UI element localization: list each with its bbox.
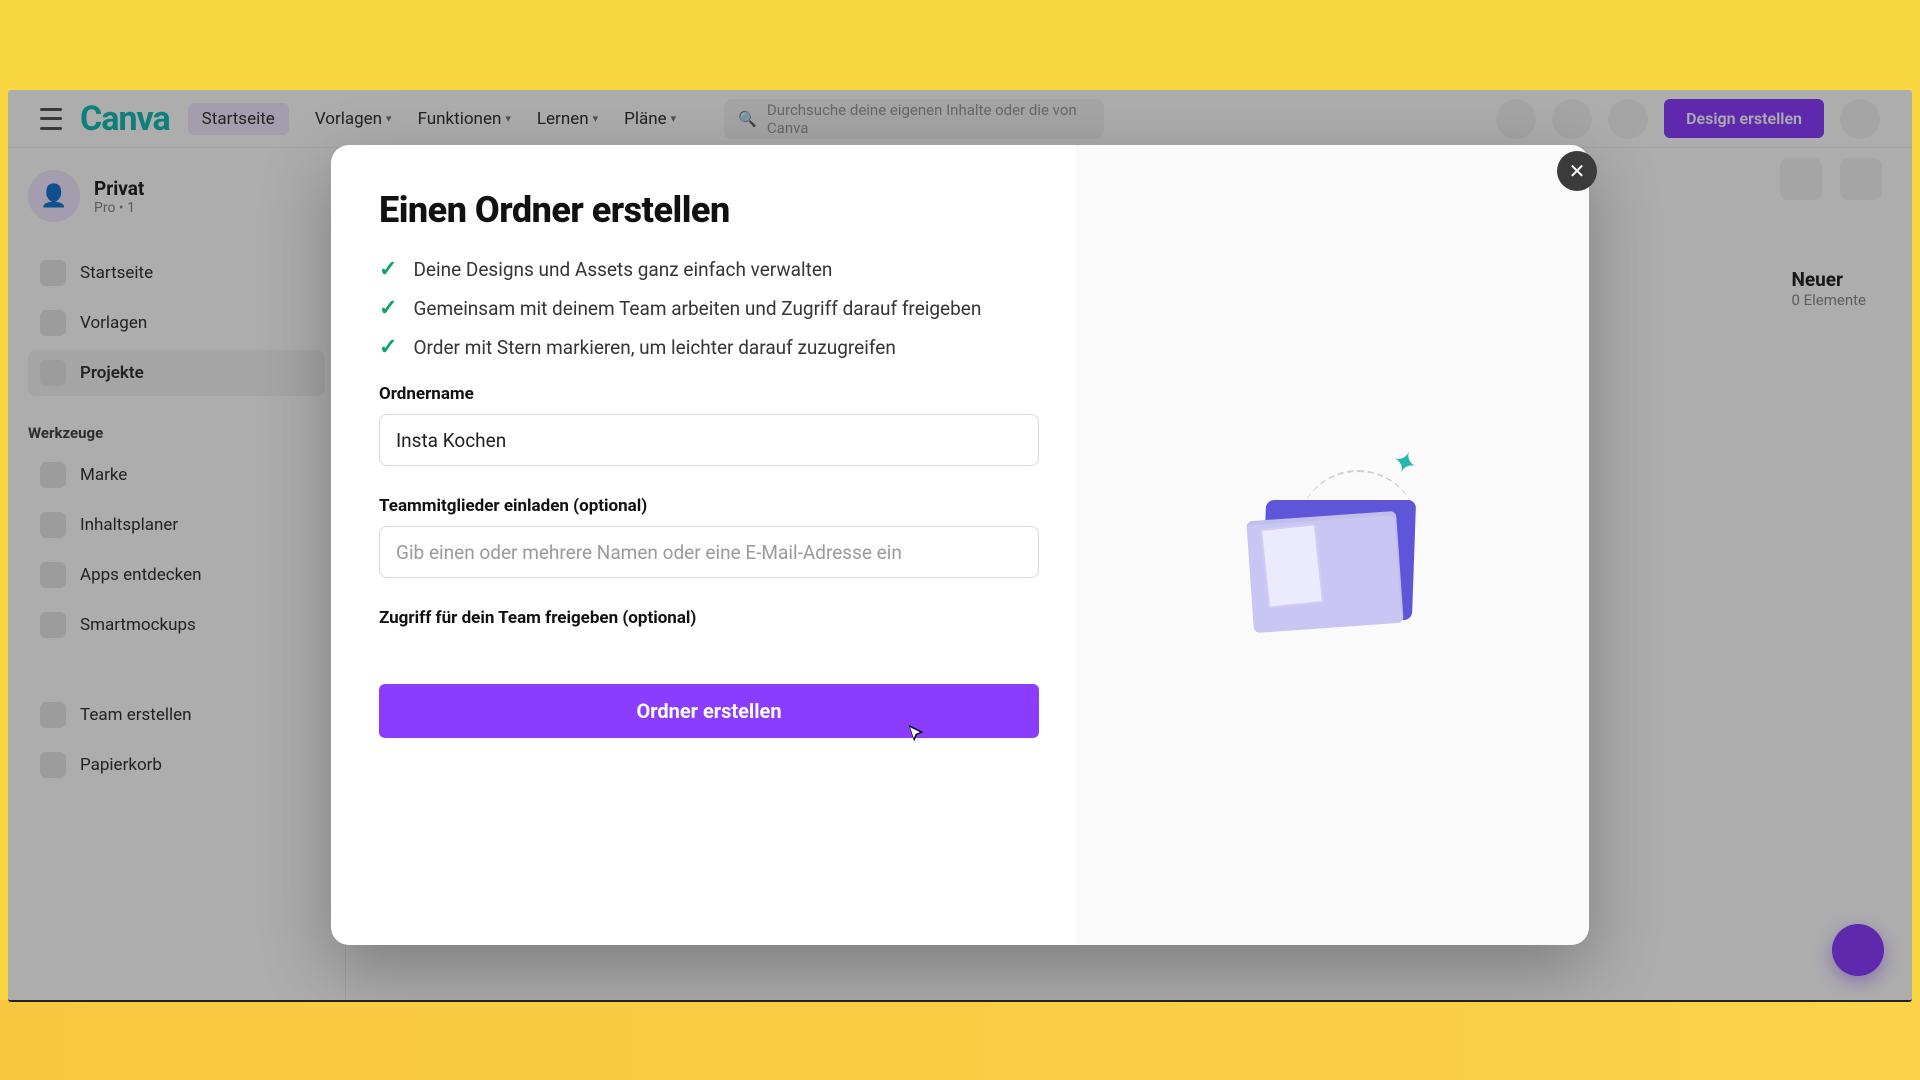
invite-input[interactable]: [379, 526, 1039, 578]
benefit-text: Order mit Stern markieren, um leichter d…: [413, 336, 895, 359]
create-folder-modal: ✕ Einen Ordner erstellen ✓ Deine Designs …: [331, 145, 1589, 945]
folder-name-label: Ordnername: [379, 384, 1028, 404]
check-icon: ✓: [379, 257, 397, 282]
close-icon: ✕: [1569, 159, 1586, 183]
folder-name-input[interactable]: [379, 414, 1039, 466]
check-icon: ✓: [379, 335, 397, 360]
share-label: Zugriff für dein Team freigeben (optiona…: [379, 608, 1028, 628]
butterfly-icon: ✦: [1387, 443, 1423, 484]
benefits-list: ✓ Deine Designs und Assets ganz einfach v…: [379, 257, 1028, 360]
benefit-item: ✓ Gemeinsam mit deinem Team arbeiten und …: [379, 296, 1028, 321]
modal-overlay: ✕ Einen Ordner erstellen ✓ Deine Designs …: [8, 90, 1912, 1000]
close-button[interactable]: ✕: [1557, 151, 1597, 191]
benefit-item: ✓ Order mit Stern markieren, um leichter …: [379, 335, 1028, 360]
benefit-item: ✓ Deine Designs und Assets ganz einfach v…: [379, 257, 1028, 282]
create-folder-button[interactable]: Ordner erstellen: [379, 684, 1039, 738]
app-frame: Canva Startseite Vorlagen▾ Funktionen▾ L…: [8, 90, 1912, 1002]
benefit-text: Deine Designs und Assets ganz einfach ve…: [413, 258, 832, 281]
modal-illustration: ✦: [1076, 145, 1589, 945]
modal-title: Einen Ordner erstellen: [379, 189, 1028, 231]
invite-label: Teammitglieder einladen (optional): [379, 496, 1028, 516]
check-icon: ✓: [379, 296, 397, 321]
benefit-text: Gemeinsam mit deinem Team arbeiten und Z…: [413, 297, 981, 320]
